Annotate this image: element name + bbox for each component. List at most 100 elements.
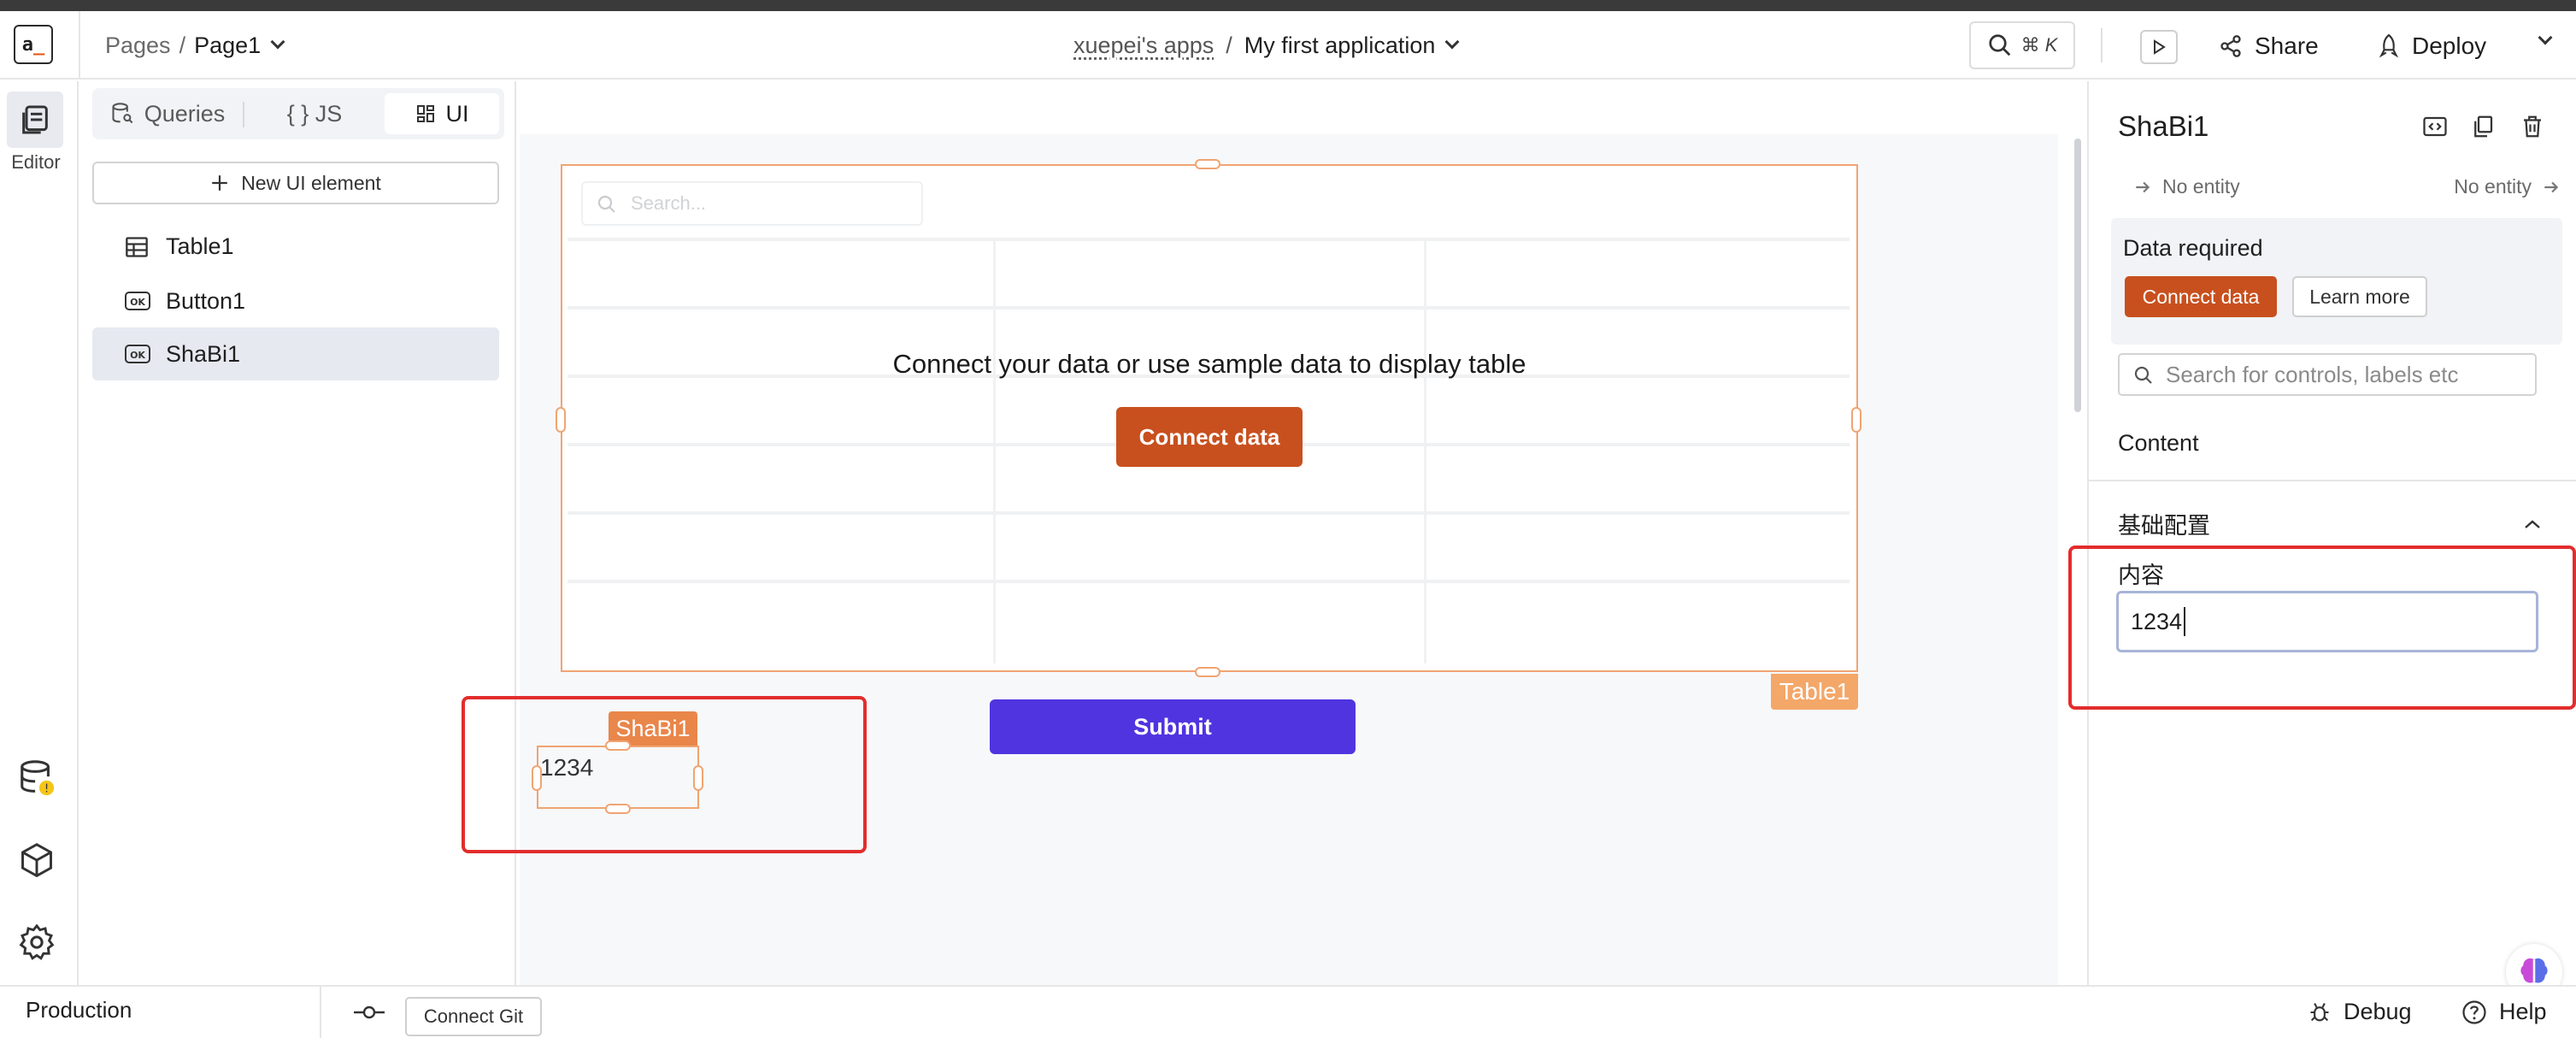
code-icon[interactable]: [2422, 114, 2448, 139]
header-divider: [2101, 28, 2103, 62]
resize-handle-right[interactable]: [693, 765, 703, 791]
connect-git-button[interactable]: Connect Git: [405, 997, 542, 1036]
shabi-widget-text: 1234: [540, 754, 594, 781]
share-icon: [2220, 35, 2241, 57]
workspace-link[interactable]: xuepei's apps: [1073, 32, 1214, 59]
debug-button[interactable]: Debug: [2308, 999, 2412, 1025]
chevron-down-icon[interactable]: [1444, 34, 1460, 50]
git-commit-icon: [354, 1006, 385, 1019]
tab-queries[interactable]: Queries: [99, 93, 236, 134]
breadcrumb-current-page[interactable]: Page1: [194, 32, 261, 59]
deploy-button[interactable]: Deploy: [2378, 28, 2486, 64]
previous-entity-label: No entity: [2162, 175, 2240, 198]
breadcrumb-root[interactable]: Pages: [105, 32, 171, 59]
search-shortcut: ⌘ K: [2020, 34, 2058, 56]
table-icon: [126, 237, 148, 257]
table-search-placeholder: Search...: [631, 192, 707, 214]
copy-icon[interactable]: [2470, 114, 2496, 139]
table-widget-tag[interactable]: Table1: [1771, 674, 1858, 710]
next-entity-link[interactable]: No entity: [2454, 175, 2561, 198]
share-label: Share: [2255, 32, 2319, 59]
header: a _ Pages / Page1 xuepei's apps / My firs…: [0, 11, 2576, 80]
database-icon: !: [21, 760, 55, 795]
tree-item-table1[interactable]: Table1: [92, 220, 499, 273]
connect-data-button[interactable]: Connect data: [2125, 276, 2277, 317]
environment-label[interactable]: Production: [26, 997, 132, 1023]
section-title[interactable]: 基础配置: [2118, 507, 2210, 540]
resize-handle-top[interactable]: [1195, 159, 1220, 169]
deploy-menu-chevron[interactable]: [2538, 30, 2553, 47]
settings-rail-button[interactable]: [15, 921, 58, 964]
datasources-rail-button[interactable]: !: [15, 757, 58, 799]
tab-underline: [2089, 480, 2576, 481]
search-command-button[interactable]: ⌘ K: [1969, 21, 2075, 69]
rocket-icon: [2379, 33, 2399, 58]
annotation-highlight-box: [2068, 546, 2576, 710]
resize-handle-left[interactable]: [556, 407, 566, 433]
tab-ui-label: UI: [445, 100, 469, 127]
table-grid-line: [568, 511, 1850, 515]
queries-icon: [112, 103, 133, 124]
search-icon: [2134, 366, 2152, 384]
debug-label: Debug: [2344, 999, 2412, 1024]
app-breadcrumb-separator: /: [1226, 32, 1232, 58]
next-entity-label: No entity: [2454, 175, 2532, 198]
new-ui-element-button[interactable]: New UI element: [92, 162, 499, 204]
property-search-input[interactable]: Search for controls, labels etc: [2118, 353, 2537, 396]
submit-button[interactable]: Submit: [990, 699, 1356, 754]
resize-handle-top[interactable]: [605, 740, 631, 751]
learn-more-button[interactable]: Learn more: [2292, 276, 2427, 317]
table-search-input[interactable]: Search...: [581, 181, 923, 226]
previous-entity-link[interactable]: No entity: [2133, 175, 2240, 198]
packages-rail-button[interactable]: [15, 839, 58, 882]
share-button[interactable]: Share: [2219, 28, 2319, 64]
trash-icon[interactable]: [2520, 114, 2545, 139]
resize-handle-bottom[interactable]: [605, 804, 631, 814]
resize-handle-bottom[interactable]: [1195, 667, 1220, 677]
breadcrumb: Pages / Page1: [105, 30, 285, 61]
logo-letter: a: [21, 33, 33, 56]
data-required-callout: Data required Connect data Learn more: [2111, 218, 2562, 345]
arrow-right-icon: [2136, 181, 2150, 192]
canvas-scrollbar-track: [2058, 81, 2085, 985]
tree-item-button1[interactable]: OK Button1: [92, 274, 499, 327]
resize-handle-left[interactable]: [532, 765, 542, 791]
svg-text:!: !: [44, 782, 49, 795]
property-search-placeholder: Search for controls, labels etc: [2166, 361, 2459, 387]
canvas-scrollbar[interactable]: [2074, 139, 2081, 412]
widgets-icon: [416, 105, 434, 122]
resize-handle-right[interactable]: [1851, 407, 1861, 433]
editor-rail-button[interactable]: [7, 91, 63, 148]
play-icon: [2154, 39, 2166, 55]
tab-content[interactable]: Content: [2118, 430, 2199, 457]
tree-item-label: Button1: [166, 287, 246, 314]
preview-button[interactable]: [2140, 30, 2178, 64]
top-strip: [0, 0, 2576, 11]
table-widget[interactable]: Search... Connect your data or use sampl…: [561, 164, 1858, 672]
footer-divider: [320, 987, 321, 1038]
app-name[interactable]: My first application: [1244, 32, 1436, 59]
tree-item-label: Table1: [166, 233, 234, 259]
tab-queries-label: Queries: [144, 100, 226, 127]
chevron-down-icon[interactable]: [270, 34, 285, 50]
table-grid-line: [993, 241, 996, 663]
cube-icon: [21, 842, 52, 878]
tab-ui[interactable]: UI: [385, 93, 499, 134]
table-grid-line: [568, 238, 1850, 241]
chevron-down-icon: [2538, 30, 2553, 45]
table-grid-line: [568, 580, 1850, 583]
widget-name-title[interactable]: ShaBi1: [2118, 110, 2208, 143]
app-logo[interactable]: a _: [14, 25, 53, 64]
button-widget-icon: OK: [125, 345, 150, 363]
table-connect-data-button[interactable]: Connect data: [1116, 407, 1303, 467]
tab-js[interactable]: { } JS: [255, 93, 374, 134]
table-grid-line: [1424, 241, 1426, 663]
tree-item-shabi1[interactable]: OK ShaBi1: [92, 327, 499, 380]
tab-separator: [243, 102, 244, 127]
explorer-tabs: Queries { } JS UI: [92, 88, 504, 139]
arrow-right-icon: [2544, 181, 2559, 192]
chevron-up-icon[interactable]: [2523, 517, 2542, 531]
deploy-label: Deploy: [2412, 32, 2487, 59]
help-label: Help: [2499, 999, 2547, 1024]
help-button[interactable]: Help: [2461, 999, 2547, 1025]
